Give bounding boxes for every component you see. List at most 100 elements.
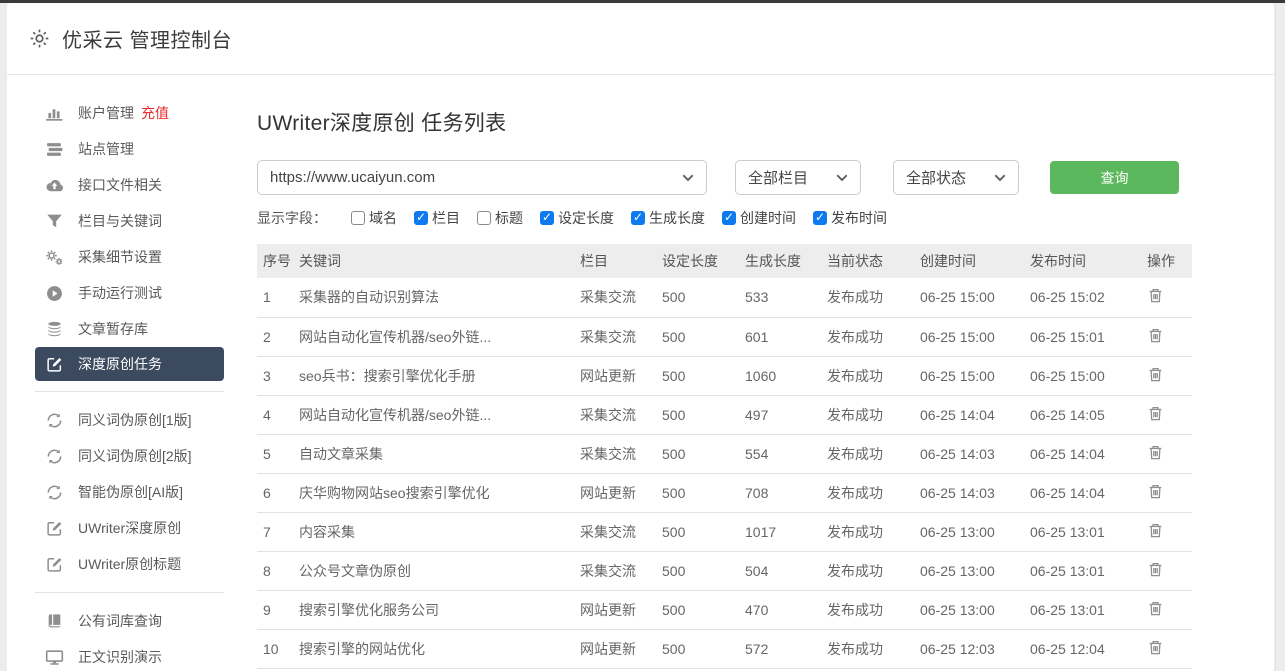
delete-button[interactable] [1147,482,1165,500]
checkbox-unchecked-icon[interactable] [351,211,365,225]
refresh-icon [45,412,64,429]
trash-icon [1147,287,1165,304]
cell-published: 06-25 13:01 [1026,551,1143,590]
display-fields-row: 显示字段： 域名 栏目标题 设定长度生成长度创建时间 发布时间 [257,208,1254,228]
cell-gen-length: 1060 [741,356,823,395]
sidebar-item-uwriter-deep-original[interactable]: UWriter深度原创 [7,510,252,546]
cell-gen-length: 497 [741,395,823,434]
cell-category: 网站更新 [576,590,658,629]
field-checkbox-label: 发布时间 [831,208,887,228]
cell-actions [1143,356,1192,395]
sidebar-item-manual-run-test[interactable]: 手动运行测试 [7,275,252,311]
sidebar-item-label: 文章暂存库 [78,319,148,339]
sidebar-item-synonym-rewrite-v1[interactable]: 同义词伪原创[1版] [7,402,252,438]
sidebar-item-collect-detail-settings[interactable]: 采集细节设置 [7,239,252,275]
checkbox-checked-icon[interactable] [631,211,645,225]
delete-button[interactable] [1147,326,1165,344]
table-row: 10搜索引擎的网站优化网站更新500572发布成功06-25 12:0306-2… [257,629,1192,668]
field-checkbox-4[interactable]: 生成长度 [631,208,705,228]
cell-set-length: 500 [658,395,741,434]
table-row: 5自动文章采集采集交流500554发布成功06-25 14:0306-25 14… [257,434,1192,473]
delete-button[interactable] [1147,443,1165,461]
cell-category: 采集交流 [576,512,658,551]
list-icon [45,141,64,158]
delete-button[interactable] [1147,560,1165,578]
trash-icon [1147,327,1165,344]
checkbox-unchecked-icon[interactable] [477,211,491,225]
field-checkbox-0[interactable]: 域名 [351,208,397,228]
sidebar-item-article-staging[interactable]: 文章暂存库 [7,311,252,347]
field-checkbox-3[interactable]: 设定长度 [540,208,614,228]
field-checkbox-label: 栏目 [432,208,460,228]
cell-created: 06-25 15:00 [916,356,1026,395]
monitor-icon [45,649,64,666]
table-row: 9搜索引擎优化服务公司网站更新500470发布成功06-25 13:0006-2… [257,590,1192,629]
sidebar-item-columns-keywords[interactable]: 栏目与关键词 [7,203,252,239]
cell-status: 发布成功 [823,278,916,317]
trash-icon [1147,366,1165,383]
delete-button[interactable] [1147,287,1165,305]
recharge-badge[interactable]: 充值 [141,103,169,123]
cell-status: 发布成功 [823,629,916,668]
gear-icon [29,28,50,49]
sidebar-item-synonym-rewrite-v2[interactable]: 同义词伪原创[2版] [7,438,252,474]
cell-created: 06-25 12:03 [916,629,1026,668]
checkbox-checked-icon[interactable] [722,211,736,225]
cell-created: 06-25 15:00 [916,278,1026,317]
trash-icon [1147,639,1165,656]
cell-category: 网站更新 [576,473,658,512]
table-row: 4网站自动化宣传机器/seo外链...采集交流500497发布成功06-25 1… [257,395,1192,434]
sidebar-item-label: 栏目与关键词 [78,211,162,231]
sidebar-item-site-management[interactable]: 站点管理 [7,131,252,167]
category-select[interactable]: 全部栏目 [735,160,861,195]
main-content: UWriter深度原创 任务列表 https://www.ucaiyun.com… [252,75,1274,670]
site-select[interactable]: https://www.ucaiyun.com [257,160,707,195]
status-select[interactable]: 全部状态 [893,160,1019,195]
play-icon [45,285,64,302]
field-checkbox-1[interactable]: 栏目 [414,208,460,228]
sidebar-item-label: 深度原创任务 [78,354,162,374]
cell-keyword: 庆华购物网站seo搜索引擎优化 [295,473,576,512]
trash-icon [1147,522,1165,539]
cell-status: 发布成功 [823,551,916,590]
sidebar-item-ai-rewrite[interactable]: 智能伪原创[AI版] [7,474,252,510]
sidebar-item-uwriter-original-title[interactable]: UWriter原创标题 [7,546,252,582]
column-header: 发布时间 [1026,244,1143,278]
checkbox-checked-icon[interactable] [813,211,827,225]
edit-icon [45,556,64,573]
field-checkbox-5[interactable]: 创建时间 [722,208,796,228]
query-button[interactable]: 查询 [1050,161,1179,194]
cell-category: 采集交流 [576,434,658,473]
delete-button[interactable] [1147,599,1165,617]
cell-set-length: 500 [658,551,741,590]
sidebar-item-public-dictionary-query[interactable]: 公有词库查询 [7,603,252,639]
gears-icon [45,249,64,266]
cell-published: 06-25 13:01 [1026,590,1143,629]
cell-set-length: 500 [658,473,741,512]
delete-button[interactable] [1147,404,1165,422]
delete-button[interactable] [1147,365,1165,383]
sidebar-item-content-recognition-demo[interactable]: 正文识别演示 [7,639,252,671]
checkbox-checked-icon[interactable] [414,211,428,225]
sidebar-item-account-management[interactable]: 账户管理充值 [7,95,252,131]
cell-keyword: 网站自动化宣传机器/seo外链... [295,317,576,356]
delete-button[interactable] [1147,521,1165,539]
cell-gen-length: 1017 [741,512,823,551]
scrollbar[interactable] [1275,3,1285,671]
sidebar-item-label: 同义词伪原创[2版] [78,446,192,466]
cell-keyword: 网站自动化宣传机器/seo外链... [295,395,576,434]
field-checkbox-6[interactable]: 发布时间 [813,208,887,228]
field-checkbox-label: 域名 [369,208,397,228]
delete-button[interactable] [1147,638,1165,656]
checkbox-checked-icon[interactable] [540,211,554,225]
status-select-value: 全部状态 [906,167,984,188]
sidebar-item-api-files[interactable]: 接口文件相关 [7,167,252,203]
display-fields-label: 显示字段： [257,208,327,228]
cell-gen-length: 470 [741,590,823,629]
cell-published: 06-25 15:00 [1026,356,1143,395]
cell-published: 06-25 14:04 [1026,473,1143,512]
field-checkbox-2[interactable]: 标题 [477,208,523,228]
cell-published: 06-25 15:02 [1026,278,1143,317]
sidebar-item-deep-original-tasks[interactable]: 深度原创任务 [35,347,224,381]
field-checkbox-label: 设定长度 [558,208,614,228]
